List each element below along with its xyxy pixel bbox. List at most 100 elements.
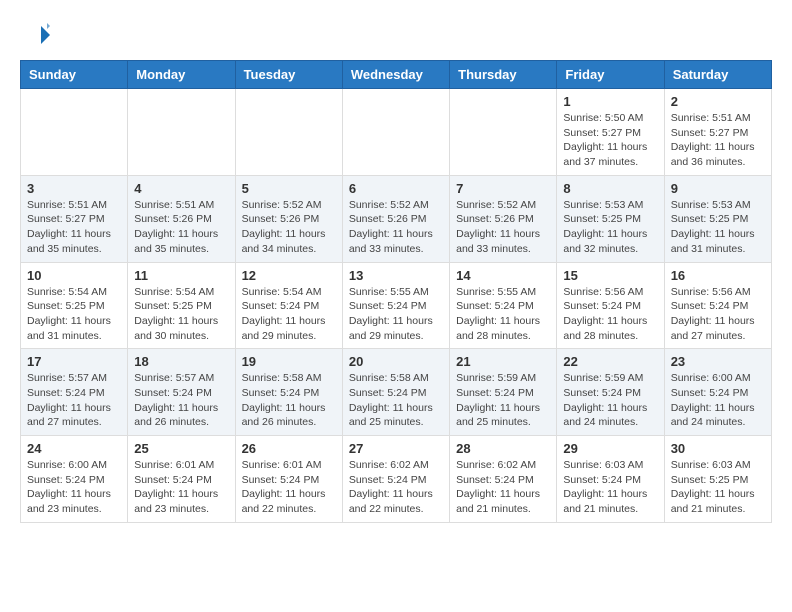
weekday-header-tuesday: Tuesday: [235, 61, 342, 89]
day-number: 13: [349, 268, 443, 283]
calendar-cell: 29 Sunrise: 6:03 AM Sunset: 5:24 PM Dayli…: [557, 436, 664, 523]
day-info: Sunrise: 5:59 AM Sunset: 5:24 PM Dayligh…: [563, 371, 657, 430]
calendar-week-row: 3 Sunrise: 5:51 AM Sunset: 5:27 PM Daylig…: [21, 175, 772, 262]
calendar-cell: [235, 89, 342, 176]
day-number: 4: [134, 181, 228, 196]
day-info: Sunrise: 5:55 AM Sunset: 5:24 PM Dayligh…: [349, 285, 443, 344]
day-info: Sunrise: 5:57 AM Sunset: 5:24 PM Dayligh…: [134, 371, 228, 430]
weekday-header-wednesday: Wednesday: [342, 61, 449, 89]
day-number: 12: [242, 268, 336, 283]
day-info: Sunrise: 5:51 AM Sunset: 5:27 PM Dayligh…: [671, 111, 765, 170]
day-number: 17: [27, 354, 121, 369]
calendar-cell: 26 Sunrise: 6:01 AM Sunset: 5:24 PM Dayli…: [235, 436, 342, 523]
calendar-cell: 18 Sunrise: 5:57 AM Sunset: 5:24 PM Dayli…: [128, 349, 235, 436]
day-number: 28: [456, 441, 550, 456]
calendar-cell: 20 Sunrise: 5:58 AM Sunset: 5:24 PM Dayli…: [342, 349, 449, 436]
day-info: Sunrise: 6:01 AM Sunset: 5:24 PM Dayligh…: [134, 458, 228, 517]
day-number: 16: [671, 268, 765, 283]
day-info: Sunrise: 6:02 AM Sunset: 5:24 PM Dayligh…: [349, 458, 443, 517]
calendar-cell: 23 Sunrise: 6:00 AM Sunset: 5:24 PM Dayli…: [664, 349, 771, 436]
day-number: 10: [27, 268, 121, 283]
day-info: Sunrise: 5:50 AM Sunset: 5:27 PM Dayligh…: [563, 111, 657, 170]
calendar-week-row: 17 Sunrise: 5:57 AM Sunset: 5:24 PM Dayli…: [21, 349, 772, 436]
page-header: [20, 20, 772, 50]
calendar-cell: 16 Sunrise: 5:56 AM Sunset: 5:24 PM Dayli…: [664, 262, 771, 349]
calendar-week-row: 10 Sunrise: 5:54 AM Sunset: 5:25 PM Dayli…: [21, 262, 772, 349]
calendar-cell: 19Sunrise: 5:58 AM Sunset: 5:24 PM Dayli…: [235, 349, 342, 436]
calendar-cell: [450, 89, 557, 176]
calendar-cell: 21Sunrise: 5:59 AM Sunset: 5:24 PM Dayli…: [450, 349, 557, 436]
calendar-cell: 5 Sunrise: 5:52 AM Sunset: 5:26 PM Daylig…: [235, 175, 342, 262]
day-info: Sunrise: 5:53 AM Sunset: 5:25 PM Dayligh…: [671, 198, 765, 257]
day-info: Sunrise: 5:53 AM Sunset: 5:25 PM Dayligh…: [563, 198, 657, 257]
day-number: 8: [563, 181, 657, 196]
weekday-header-friday: Friday: [557, 61, 664, 89]
calendar-cell: 15Sunrise: 5:56 AM Sunset: 5:24 PM Dayli…: [557, 262, 664, 349]
calendar-cell: [342, 89, 449, 176]
day-number: 20: [349, 354, 443, 369]
calendar-cell: 8 Sunrise: 5:53 AM Sunset: 5:25 PM Daylig…: [557, 175, 664, 262]
calendar-cell: 17Sunrise: 5:57 AM Sunset: 5:24 PM Dayli…: [21, 349, 128, 436]
weekday-header-monday: Monday: [128, 61, 235, 89]
day-info: Sunrise: 6:01 AM Sunset: 5:24 PM Dayligh…: [242, 458, 336, 517]
weekday-header-saturday: Saturday: [664, 61, 771, 89]
calendar-cell: 25 Sunrise: 6:01 AM Sunset: 5:24 PM Dayli…: [128, 436, 235, 523]
day-info: Sunrise: 5:52 AM Sunset: 5:26 PM Dayligh…: [242, 198, 336, 257]
day-number: 30: [671, 441, 765, 456]
day-info: Sunrise: 5:58 AM Sunset: 5:24 PM Dayligh…: [349, 371, 443, 430]
day-number: 9: [671, 181, 765, 196]
day-number: 22: [563, 354, 657, 369]
day-info: Sunrise: 5:52 AM Sunset: 5:26 PM Dayligh…: [349, 198, 443, 257]
day-info: Sunrise: 5:54 AM Sunset: 5:25 PM Dayligh…: [27, 285, 121, 344]
day-number: 23: [671, 354, 765, 369]
weekday-header-thursday: Thursday: [450, 61, 557, 89]
day-number: 15: [563, 268, 657, 283]
calendar-cell: 12 Sunrise: 5:54 AM Sunset: 5:24 PM Dayli…: [235, 262, 342, 349]
day-number: 2: [671, 94, 765, 109]
calendar-cell: 10 Sunrise: 5:54 AM Sunset: 5:25 PM Dayli…: [21, 262, 128, 349]
day-info: Sunrise: 5:56 AM Sunset: 5:24 PM Dayligh…: [671, 285, 765, 344]
calendar-cell: 7 Sunrise: 5:52 AM Sunset: 5:26 PM Daylig…: [450, 175, 557, 262]
day-number: 24: [27, 441, 121, 456]
day-info: Sunrise: 5:55 AM Sunset: 5:24 PM Dayligh…: [456, 285, 550, 344]
day-number: 6: [349, 181, 443, 196]
day-number: 11: [134, 268, 228, 283]
day-info: Sunrise: 5:52 AM Sunset: 5:26 PM Dayligh…: [456, 198, 550, 257]
day-number: 29: [563, 441, 657, 456]
day-info: Sunrise: 6:00 AM Sunset: 5:24 PM Dayligh…: [27, 458, 121, 517]
day-number: 18: [134, 354, 228, 369]
day-number: 5: [242, 181, 336, 196]
calendar-cell: [21, 89, 128, 176]
day-info: Sunrise: 6:03 AM Sunset: 5:25 PM Dayligh…: [671, 458, 765, 517]
day-number: 19: [242, 354, 336, 369]
day-info: Sunrise: 6:00 AM Sunset: 5:24 PM Dayligh…: [671, 371, 765, 430]
day-number: 3: [27, 181, 121, 196]
calendar-cell: 4Sunrise: 5:51 AM Sunset: 5:26 PM Daylig…: [128, 175, 235, 262]
day-info: Sunrise: 5:54 AM Sunset: 5:24 PM Dayligh…: [242, 285, 336, 344]
calendar-cell: 1 Sunrise: 5:50 AM Sunset: 5:27 PM Daylig…: [557, 89, 664, 176]
calendar-header-row: SundayMondayTuesdayWednesdayThursdayFrid…: [21, 61, 772, 89]
day-number: 27: [349, 441, 443, 456]
calendar-cell: 30 Sunrise: 6:03 AM Sunset: 5:25 PM Dayli…: [664, 436, 771, 523]
day-info: Sunrise: 5:54 AM Sunset: 5:25 PM Dayligh…: [134, 285, 228, 344]
calendar-cell: 3 Sunrise: 5:51 AM Sunset: 5:27 PM Daylig…: [21, 175, 128, 262]
day-info: Sunrise: 5:51 AM Sunset: 5:27 PM Dayligh…: [27, 198, 121, 257]
calendar-week-row: 24 Sunrise: 6:00 AM Sunset: 5:24 PM Dayli…: [21, 436, 772, 523]
calendar-table: SundayMondayTuesdayWednesdayThursdayFrid…: [20, 60, 772, 523]
day-number: 1: [563, 94, 657, 109]
calendar-cell: 2 Sunrise: 5:51 AM Sunset: 5:27 PM Daylig…: [664, 89, 771, 176]
calendar-cell: 9 Sunrise: 5:53 AM Sunset: 5:25 PM Daylig…: [664, 175, 771, 262]
day-number: 14: [456, 268, 550, 283]
weekday-header-sunday: Sunday: [21, 61, 128, 89]
calendar-cell: 28 Sunrise: 6:02 AM Sunset: 5:24 PM Dayli…: [450, 436, 557, 523]
calendar-cell: [128, 89, 235, 176]
day-number: 7: [456, 181, 550, 196]
calendar-cell: 6 Sunrise: 5:52 AM Sunset: 5:26 PM Daylig…: [342, 175, 449, 262]
day-info: Sunrise: 6:03 AM Sunset: 5:24 PM Dayligh…: [563, 458, 657, 517]
calendar-cell: 22 Sunrise: 5:59 AM Sunset: 5:24 PM Dayli…: [557, 349, 664, 436]
day-number: 25: [134, 441, 228, 456]
day-info: Sunrise: 6:02 AM Sunset: 5:24 PM Dayligh…: [456, 458, 550, 517]
calendar-cell: 13 Sunrise: 5:55 AM Sunset: 5:24 PM Dayli…: [342, 262, 449, 349]
day-number: 26: [242, 441, 336, 456]
calendar-cell: 24 Sunrise: 6:00 AM Sunset: 5:24 PM Dayli…: [21, 436, 128, 523]
